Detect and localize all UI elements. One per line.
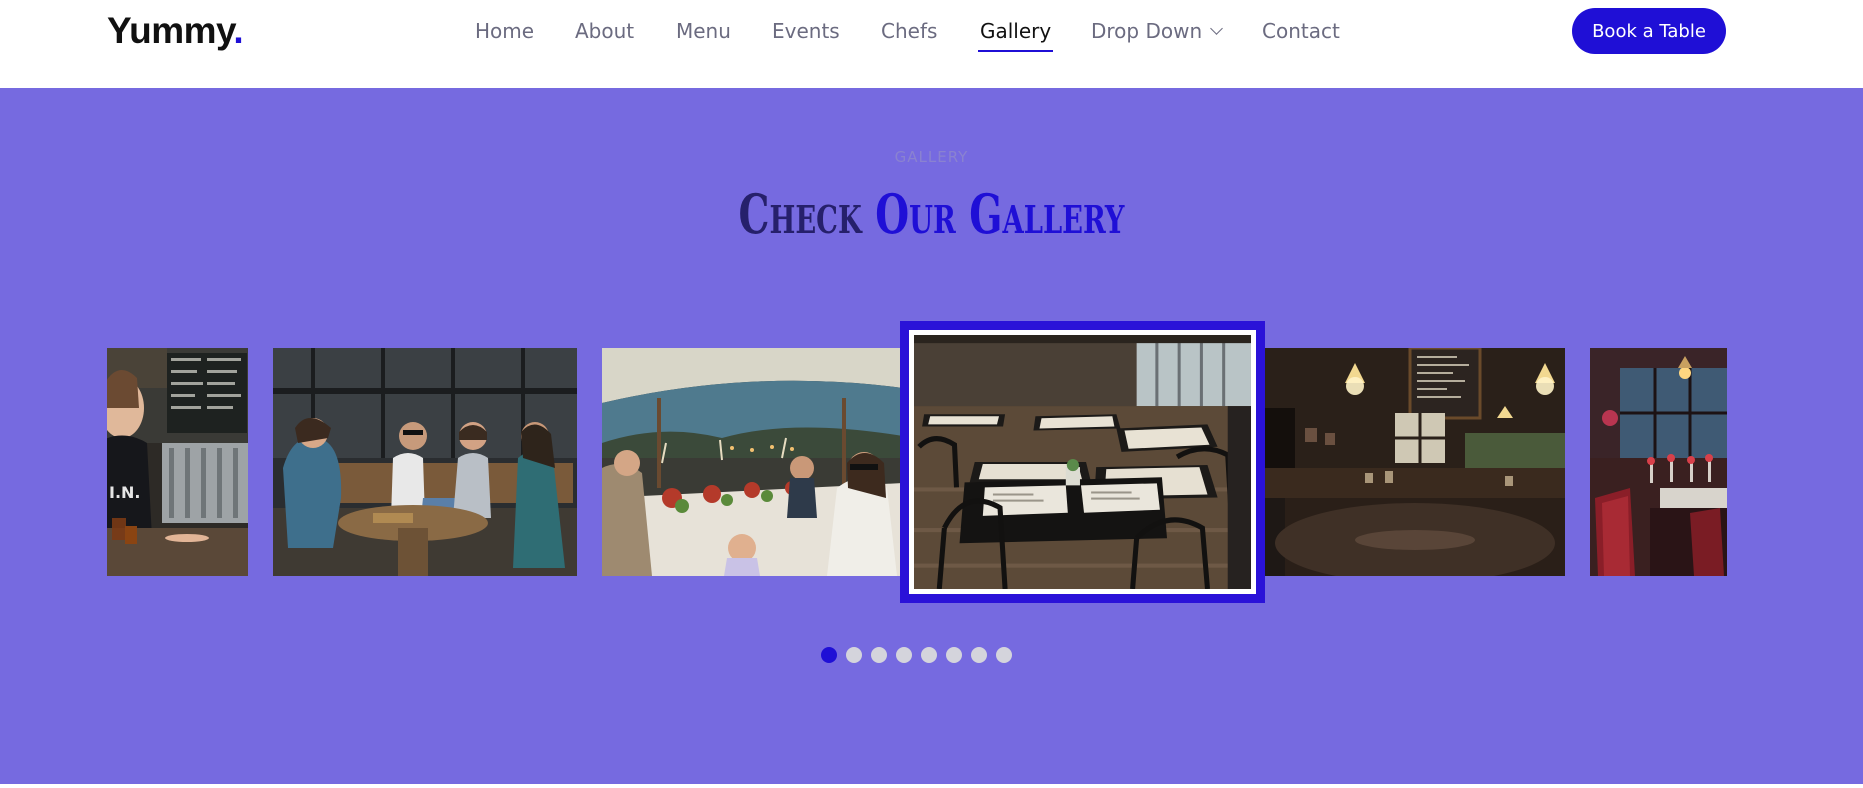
gallery-slide-friends-on-bench[interactable] (273, 348, 577, 576)
outdoor-dinner-photo (602, 348, 903, 576)
nav-item-dropdown-label: Drop Down (1091, 19, 1203, 43)
carousel-dot-1[interactable] (821, 647, 837, 663)
nav-item-menu[interactable]: Menu (676, 19, 731, 43)
carousel-dot-7[interactable] (971, 647, 987, 663)
gallery-slide-bartender[interactable]: I.N. (107, 348, 248, 576)
section-eyebrow: GALLERY (894, 148, 969, 166)
carousel-dot-2[interactable] (846, 647, 862, 663)
gallery-slide-red-chairs[interactable] (1590, 348, 1727, 576)
carousel-dot-6[interactable] (946, 647, 962, 663)
site-header: Yummy. Home About Menu Events Chefs Gall… (0, 0, 1863, 88)
bartender-photo: I.N. (107, 348, 248, 576)
nav-item-events[interactable]: Events (772, 19, 840, 43)
carousel-dot-4[interactable] (896, 647, 912, 663)
section-title: Check Our Gallery (261, 182, 1602, 246)
carousel-dot-3[interactable] (871, 647, 887, 663)
carousel-dot-8[interactable] (996, 647, 1012, 663)
nav-item-home[interactable]: Home (475, 19, 534, 43)
gallery-slide-cozy-dining-room[interactable] (1265, 348, 1565, 576)
brand-name: Yummy (107, 10, 234, 51)
nav-item-dropdown[interactable]: Drop Down (1091, 19, 1224, 43)
active-slide-frame (914, 335, 1251, 589)
brand-dot: . (233, 10, 244, 51)
gallery-slide-outdoor-dinner[interactable] (602, 348, 903, 576)
section-title-accent: Our Gallery (875, 182, 1125, 246)
nav-item-contact[interactable]: Contact (1262, 19, 1340, 43)
nav-item-about[interactable]: About (575, 19, 634, 43)
section-divider (0, 784, 1863, 788)
red-chairs-photo (1590, 348, 1727, 576)
section-title-part1: Check (738, 182, 876, 246)
nav-item-gallery[interactable]: Gallery (977, 19, 1054, 52)
cozy-dining-photo (1265, 348, 1565, 576)
brand-logo[interactable]: Yummy. (107, 10, 244, 52)
carousel-dot-5[interactable] (921, 647, 937, 663)
gallery-section: GALLERY Check Our Gallery I.N. (0, 88, 1863, 784)
restaurant-tables-photo (914, 335, 1251, 589)
nav-item-chefs[interactable]: Chefs (881, 19, 937, 43)
svg-text:I.N.: I.N. (109, 483, 141, 502)
book-a-table-button[interactable]: Book a Table (1572, 8, 1726, 54)
chevron-down-icon (1210, 22, 1224, 35)
friends-photo (273, 348, 577, 576)
gallery-slide-restaurant-tables[interactable] (900, 321, 1265, 603)
